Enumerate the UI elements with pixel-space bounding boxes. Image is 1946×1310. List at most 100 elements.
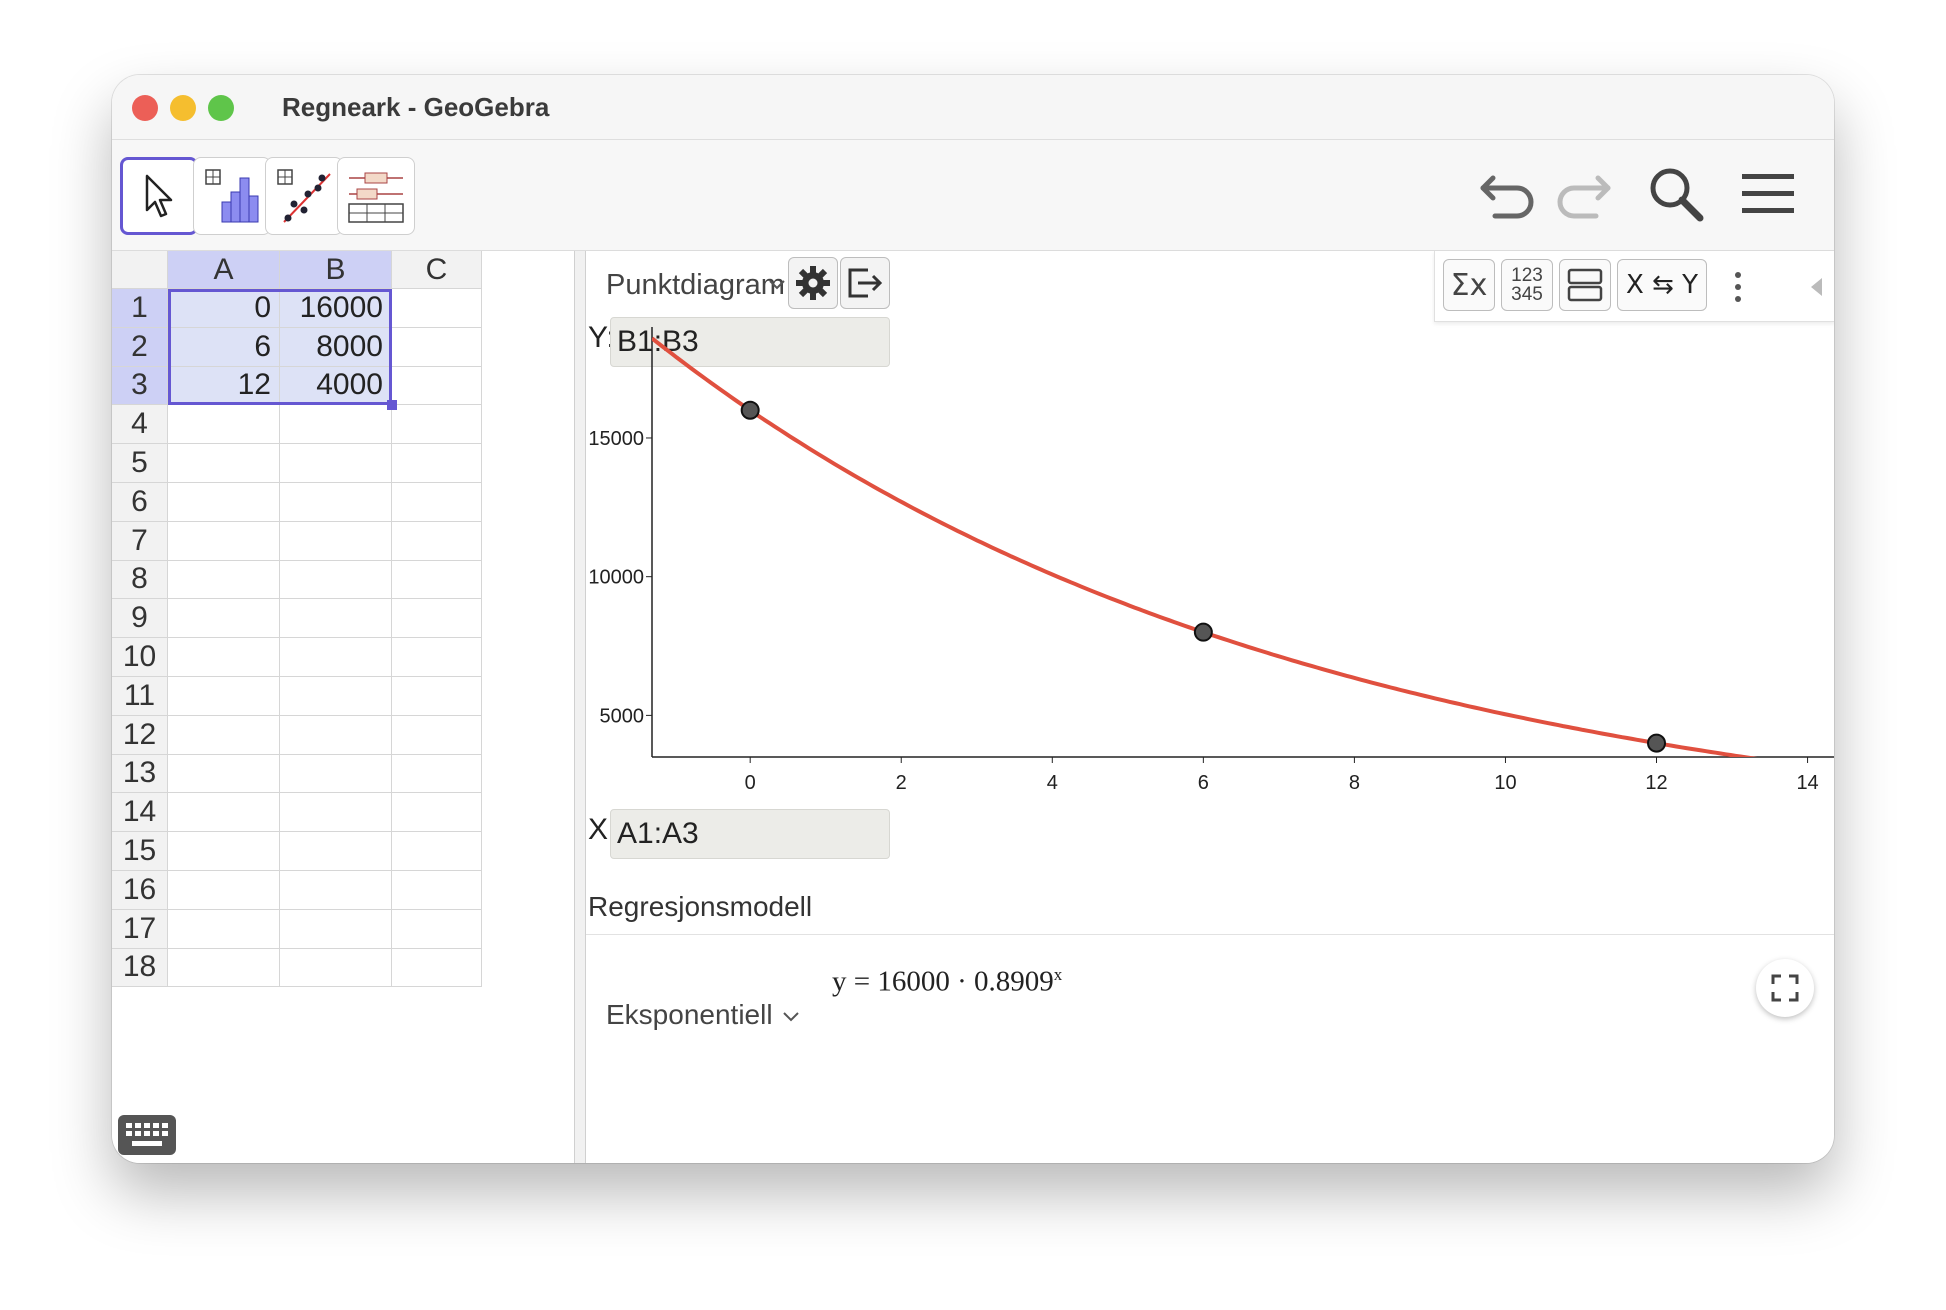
row-header-15[interactable]: 15 <box>112 832 168 871</box>
cell-c16[interactable] <box>392 871 482 910</box>
export-button[interactable] <box>840 257 890 309</box>
layout-toggle-button[interactable] <box>1559 259 1611 311</box>
show-data-button[interactable]: 123 345 <box>1501 259 1553 311</box>
cell-c4[interactable] <box>392 405 482 445</box>
cell-b13[interactable] <box>280 754 392 794</box>
cell-a11[interactable] <box>168 677 280 716</box>
cell-a7[interactable] <box>168 521 280 561</box>
row-header-8[interactable]: 8 <box>112 560 168 600</box>
cell-b7[interactable] <box>280 521 392 561</box>
chevron-down-icon[interactable] <box>768 279 786 291</box>
cell-c7[interactable] <box>392 521 482 561</box>
cell-a18[interactable] <box>168 948 280 988</box>
cell-a3[interactable]: 12 <box>168 366 280 406</box>
cell-a10[interactable] <box>168 638 280 677</box>
model-type-select[interactable]: Eksponentiell <box>606 999 773 1031</box>
cell-a17[interactable] <box>168 909 280 949</box>
move-tool-button[interactable] <box>120 157 198 235</box>
column-header-c[interactable]: C <box>392 251 482 289</box>
row-header-11[interactable]: 11 <box>112 677 168 716</box>
cell-b2[interactable]: 8000 <box>280 327 392 367</box>
cell-b11[interactable] <box>280 677 392 716</box>
cell-a13[interactable] <box>168 754 280 794</box>
cell-a5[interactable] <box>168 444 280 483</box>
cell-b4[interactable] <box>280 405 392 445</box>
cell-c8[interactable] <box>392 560 482 600</box>
maximize-window-button[interactable] <box>208 95 234 121</box>
cell-b10[interactable] <box>280 638 392 677</box>
fill-handle[interactable] <box>387 400 397 411</box>
cell-b17[interactable] <box>280 909 392 949</box>
plot-settings-button[interactable] <box>788 257 838 309</box>
cell-a16[interactable] <box>168 871 280 910</box>
row-header-17[interactable]: 17 <box>112 909 168 949</box>
cell-a12[interactable] <box>168 715 280 755</box>
cell-a9[interactable] <box>168 599 280 639</box>
cell-b16[interactable] <box>280 871 392 910</box>
cell-c1[interactable] <box>392 289 482 328</box>
cell-c14[interactable] <box>392 793 482 833</box>
cell-b1[interactable]: 16000 <box>280 289 392 328</box>
cell-c18[interactable] <box>392 948 482 988</box>
cell-a15[interactable] <box>168 832 280 871</box>
cell-c17[interactable] <box>392 909 482 949</box>
show-statistics-button[interactable]: Σx <box>1443 259 1495 311</box>
main-menu-button[interactable] <box>1736 164 1800 224</box>
cell-c13[interactable] <box>392 754 482 794</box>
cell-c9[interactable] <box>392 599 482 639</box>
chevron-down-icon[interactable] <box>782 1011 800 1023</box>
column-header-b[interactable]: B <box>280 251 392 289</box>
cell-b5[interactable] <box>280 444 392 483</box>
column-header-a[interactable]: A <box>168 251 280 289</box>
row-header-16[interactable]: 16 <box>112 871 168 910</box>
cell-b6[interactable] <box>280 483 392 522</box>
row-header-4[interactable]: 4 <box>112 405 168 445</box>
cell-c10[interactable] <box>392 638 482 677</box>
one-variable-analysis-button[interactable] <box>193 157 271 235</box>
cell-c3[interactable] <box>392 366 482 406</box>
cell-a1[interactable]: 0 <box>168 289 280 328</box>
swap-xy-button[interactable]: X ⇆ Y <box>1617 259 1707 311</box>
fullscreen-button[interactable] <box>1756 959 1814 1017</box>
cell-b9[interactable] <box>280 599 392 639</box>
row-header-12[interactable]: 12 <box>112 715 168 755</box>
corner-cell[interactable] <box>112 251 168 289</box>
cell-b14[interactable] <box>280 793 392 833</box>
row-header-18[interactable]: 18 <box>112 948 168 988</box>
cell-a14[interactable] <box>168 793 280 833</box>
undo-button[interactable] <box>1477 166 1541 226</box>
cell-c6[interactable] <box>392 483 482 522</box>
cell-a8[interactable] <box>168 560 280 600</box>
row-header-10[interactable]: 10 <box>112 638 168 677</box>
x-range-input[interactable]: A1:A3 <box>610 809 890 859</box>
row-header-2[interactable]: 2 <box>112 327 168 367</box>
more-options-icon[interactable] <box>1733 271 1743 303</box>
pane-divider[interactable] <box>574 251 586 1163</box>
multi-variable-analysis-button[interactable] <box>337 157 415 235</box>
spreadsheet[interactable]: A B C 1 0 16000 2 6 8000 3 12 4000 4 5 6 7 8 9 10 11 12 13 14 1… <box>112 251 574 1163</box>
cell-b12[interactable] <box>280 715 392 755</box>
cell-a4[interactable] <box>168 405 280 445</box>
cell-c2[interactable] <box>392 327 482 367</box>
row-header-1[interactable]: 1 <box>112 289 168 328</box>
search-button[interactable] <box>1644 162 1708 226</box>
row-header-13[interactable]: 13 <box>112 754 168 794</box>
row-header-14[interactable]: 14 <box>112 793 168 833</box>
collapse-left-icon[interactable] <box>1809 277 1823 297</box>
cell-b18[interactable] <box>280 948 392 988</box>
row-header-5[interactable]: 5 <box>112 444 168 483</box>
cell-b3[interactable]: 4000 <box>280 366 392 406</box>
cell-a6[interactable] <box>168 483 280 522</box>
row-header-7[interactable]: 7 <box>112 521 168 561</box>
cell-b8[interactable] <box>280 560 392 600</box>
keyboard-toggle-button[interactable] <box>118 1115 176 1155</box>
plot-type-select[interactable]: Punktdiagram <box>606 269 785 302</box>
minimize-window-button[interactable] <box>170 95 196 121</box>
row-header-3[interactable]: 3 <box>112 366 168 406</box>
two-variable-regression-button[interactable] <box>265 157 343 235</box>
cell-c11[interactable] <box>392 677 482 716</box>
row-header-6[interactable]: 6 <box>112 483 168 522</box>
cell-a2[interactable]: 6 <box>168 327 280 367</box>
cell-c12[interactable] <box>392 715 482 755</box>
redo-button[interactable] <box>1550 166 1614 226</box>
